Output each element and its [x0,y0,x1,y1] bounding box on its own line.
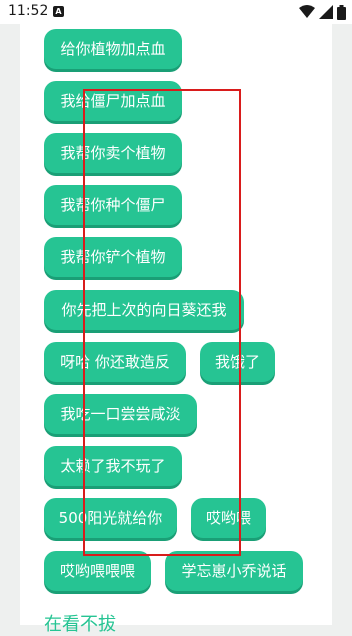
wifi-icon [299,5,315,18]
button-quit[interactable]: 太赖了我不玩了 [44,446,182,486]
button-hungry[interactable]: 我饿了 [200,342,275,382]
signal-icon [319,5,333,19]
button-500-sun[interactable]: 500阳光就给你 [44,498,177,538]
status-time: 11:52 [8,3,49,19]
button-sell-plant[interactable]: 我帮你卖个植物 [44,133,182,173]
button-rebel[interactable]: 呀哈 你还敢造反 [44,342,186,382]
status-icons [299,4,346,20]
button-imitate[interactable]: 学忘崽小乔说话 [165,551,303,591]
button-taste[interactable]: 我吃一口尝尝咸淡 [44,394,197,434]
button-return-sunflower[interactable]: 你先把上次的向日葵还我 [44,290,244,330]
next-section-title: 在看不拔 [44,614,116,635]
button-heal-zombie[interactable]: 我给僵尸加点血 [44,81,182,121]
button-aiyowei[interactable]: 哎哟喂 [191,498,266,538]
button-aiyowei-long[interactable]: 哎哟喂喂喂 [44,551,151,591]
notification-icon: A [53,6,64,17]
button-heal-plant[interactable]: 给你植物加点血 [44,29,182,69]
button-shovel-plant[interactable]: 我帮你铲个植物 [44,237,182,277]
status-bar: 11:52 A [0,0,352,24]
battery-icon [337,4,346,20]
button-plant-zombie[interactable]: 我帮你种个僵尸 [44,185,182,225]
